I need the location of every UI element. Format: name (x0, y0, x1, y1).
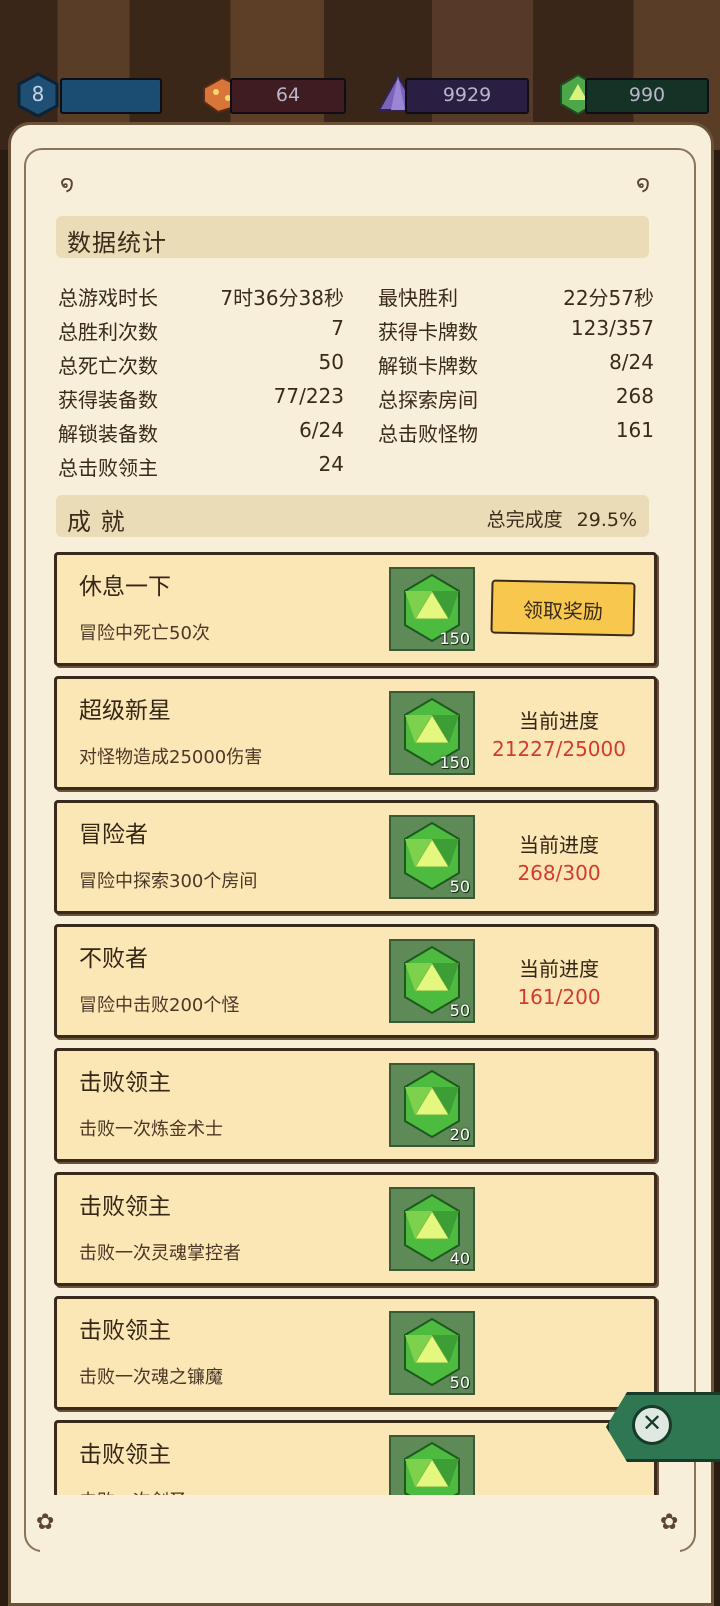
reward-gem: 20 (389, 1063, 475, 1147)
achievement-desc: 冒险中探索300个房间 (79, 871, 258, 892)
completion-value: 29.5% (576, 509, 637, 531)
progress-label: 当前进度 (519, 833, 599, 857)
stat-value: 6/24 (299, 418, 344, 442)
stat-label: 解锁装备数 (58, 422, 158, 446)
progress-value: 268/300 (517, 861, 601, 885)
close-button[interactable]: ✕ (632, 1405, 672, 1445)
purple-resource-value: 9929 (442, 84, 492, 106)
reward-amount: 40 (449, 1249, 470, 1268)
stats-title: 数据统计 (67, 229, 167, 257)
achievement-title: 击败领主 (79, 1194, 171, 1220)
progress-value: 21227/25000 (492, 737, 626, 761)
stat-label: 解锁卡牌数 (378, 354, 478, 378)
corner-flourish-icon: ໑ (60, 172, 75, 197)
reward-gem: 40 (389, 1187, 475, 1271)
stat-label: 总游戏时长 (58, 286, 158, 310)
achievements-header: 成 就 总完成度 29.5% (56, 495, 649, 537)
achievement-card: 超级新星 对怪物造成25000伤害 150 当前进度 21227/25000 (54, 676, 657, 790)
red-resource-value: 64 (275, 84, 301, 106)
achievement-desc: 冒险中击败200个怪 (79, 995, 240, 1016)
reward-amount: 50 (449, 1001, 470, 1020)
reward-gem: 50 (389, 1311, 475, 1395)
reward-amount: 150 (439, 753, 470, 772)
stat-label: 总探索房间 (378, 388, 478, 412)
achievement-card: 击败领主 击败一次魂之镰魔 50 (54, 1296, 657, 1410)
progress-label: 当前进度 (519, 709, 599, 733)
stat-value: 24 (318, 452, 344, 476)
stat-label: 总击败领主 (58, 456, 158, 480)
stat-label: 获得卡牌数 (378, 320, 478, 344)
reward-gem: 150 (389, 691, 475, 775)
corner-flourish-icon: ✿ (660, 1510, 679, 1535)
achievement-title: 击败领主 (79, 1318, 171, 1344)
stat-label: 总死亡次数 (58, 354, 158, 378)
achievement-title: 击败领主 (79, 1070, 171, 1096)
stat-label: 获得装备数 (58, 388, 158, 412)
completion-label: 总完成度 (486, 509, 563, 531)
achievement-card: 休息一下 冒险中死亡50次 150 领取奖励 (54, 552, 657, 666)
stat-value: 123/357 (570, 316, 654, 340)
stat-label: 最快胜利 (378, 286, 458, 310)
achievement-title: 不败者 (79, 946, 148, 972)
purple-resource-bar: 9929 (405, 78, 529, 114)
level-number: 8 (31, 82, 45, 106)
achievement-card: 击败领主 击败一次灵魂掌控者 40 (54, 1172, 657, 1286)
stat-label: 总击败怪物 (378, 422, 478, 446)
reward-gem: 150 (389, 567, 475, 651)
close-icon: ✕ (641, 1409, 663, 1437)
stat-value: 7 (331, 316, 344, 340)
reward-gem: 50 (389, 939, 475, 1023)
corner-flourish-icon: ✿ (36, 1510, 55, 1535)
achievement-title: 超级新星 (79, 698, 171, 724)
achievement-desc: 击败一次灵魂掌控者 (79, 1243, 241, 1264)
reward-gem: 50 (389, 815, 475, 899)
achievement-title: 冒险者 (79, 822, 148, 848)
list-bottom-fade (40, 1495, 680, 1585)
achievement-card: 冒险者 冒险中探索300个房间 50 当前进度 268/300 (54, 800, 657, 914)
stat-value: 268 (615, 384, 654, 408)
claim-reward-label: 领取奖励 (522, 598, 604, 624)
achievement-card: 不败者 冒险中击败200个怪 50 当前进度 161/200 (54, 924, 657, 1038)
corner-flourish-icon: ໑ (636, 172, 651, 197)
stat-value: 50 (318, 350, 344, 374)
reward-amount: 150 (439, 629, 470, 648)
achievement-title: 休息一下 (79, 574, 171, 600)
achievement-desc: 击败一次魂之镰魔 (79, 1367, 223, 1388)
claim-reward-button[interactable]: 领取奖励 (490, 579, 636, 637)
stat-value: 77/223 (273, 384, 344, 408)
stat-value: 22分57秒 (563, 286, 654, 310)
stat-value: 7时36分38秒 (220, 286, 344, 310)
stat-label: 总胜利次数 (58, 320, 158, 344)
reward-amount: 50 (449, 877, 470, 896)
stat-value: 8/24 (609, 350, 654, 374)
progress-label: 当前进度 (519, 957, 599, 981)
achievement-desc: 对怪物造成25000伤害 (79, 747, 263, 768)
green-resource-bar: 990 (585, 78, 709, 114)
progress-value: 161/200 (517, 985, 601, 1009)
achievement-desc: 击败一次炼金术士 (79, 1119, 223, 1140)
achievement-card: 击败领主 击败一次炼金术士 20 (54, 1048, 657, 1162)
red-resource-bar: 64 (230, 78, 346, 114)
reward-amount: 20 (449, 1125, 470, 1144)
stat-value: 161 (615, 418, 654, 442)
stats-header: 数据统计 (56, 216, 649, 258)
achievements-title: 成 就 (67, 508, 126, 536)
reward-amount: 50 (449, 1373, 470, 1392)
green-resource-value: 990 (628, 84, 666, 106)
achievement-title: 击败领主 (79, 1442, 171, 1468)
level-progress-bar (60, 78, 162, 114)
achievement-desc: 冒险中死亡50次 (79, 623, 210, 644)
